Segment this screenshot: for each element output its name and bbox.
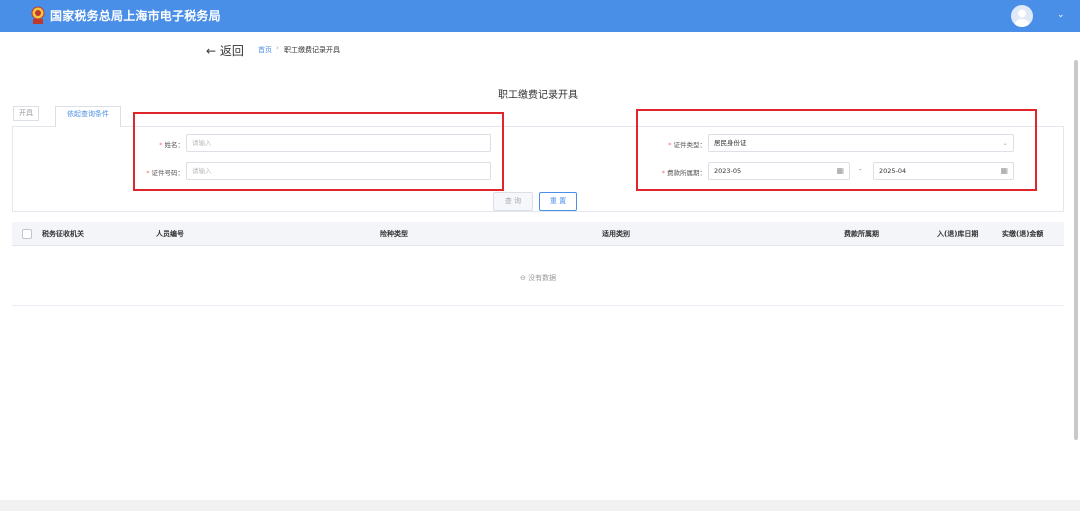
breadcrumb-separator: › [276, 44, 279, 52]
column-header: 实缴(退)金额 [1002, 230, 1044, 238]
footer-bar [0, 500, 1080, 511]
user-avatar-icon[interactable] [1011, 5, 1033, 27]
table-divider [12, 305, 1064, 306]
empty-text: 没有数据 [528, 274, 557, 282]
empty-icon: ⊖ [520, 274, 526, 282]
highlight-box-left [133, 112, 504, 191]
column-header: 税务征收机关 [42, 230, 84, 238]
column-header: 人员编号 [156, 230, 184, 238]
column-header: 适用类别 [602, 230, 630, 238]
column-header: 费款所属期 [844, 230, 879, 238]
empty-state: ⊖ 没有数据 [520, 273, 556, 283]
reset-button[interactable]: 重 置 [539, 192, 577, 211]
breadcrumb-current: 职工缴费记录开具 [284, 46, 340, 54]
column-header: 险种类型 [380, 230, 408, 238]
select-all-checkbox[interactable] [22, 229, 32, 239]
top-bar: 国家税务总局上海市电子税务局 ⌄ [0, 0, 1080, 32]
tax-emblem-icon [31, 6, 45, 24]
back-button[interactable]: ← 返回 [206, 42, 244, 59]
highlight-box-right [636, 109, 1037, 191]
page-scrollbar[interactable] [1074, 60, 1078, 440]
app-title: 国家税务总局上海市电子税务局 [50, 9, 221, 23]
breadcrumb-home-link[interactable]: 首页 [258, 45, 272, 55]
table-header: 税务征收机关 人员编号 险种类型 适用类别 费款所属期 入(退)库日期 实缴(退… [12, 222, 1064, 246]
query-button[interactable]: 查 询 [493, 192, 533, 211]
tab-query-conditions[interactable]: 依起查询条件 [55, 106, 121, 127]
page-title: 职工缴费记录开具 [498, 90, 578, 101]
column-header: 入(退)库日期 [937, 230, 979, 238]
tab-kai[interactable]: 开具 [13, 106, 39, 121]
chevron-down-icon[interactable]: ⌄ [1057, 10, 1065, 20]
